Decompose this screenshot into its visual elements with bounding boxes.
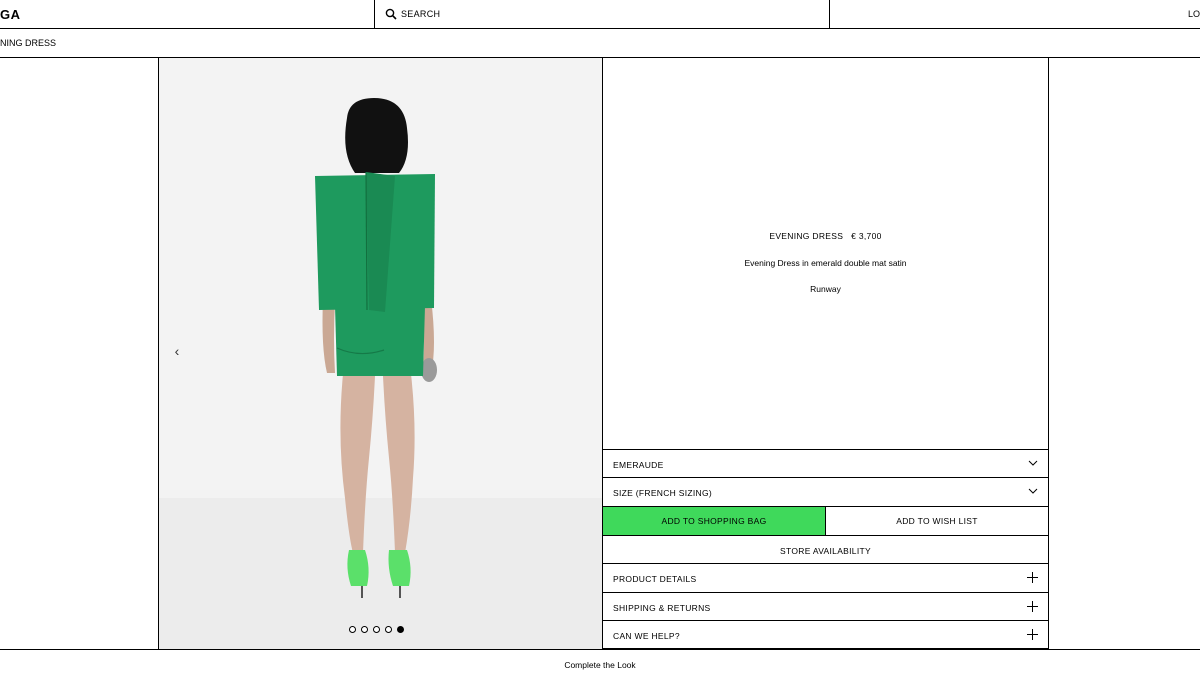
gallery-pagination — [349, 626, 404, 636]
shipping-returns-label: SHIPPING & RETURNS — [613, 603, 711, 613]
product-details-accordion[interactable]: PRODUCT DETAILS — [602, 563, 1049, 592]
gallery-dot[interactable] — [349, 626, 356, 633]
chevron-down-icon — [1028, 488, 1038, 494]
plus-icon — [1027, 572, 1038, 583]
store-availability-label: STORE AVAILABILITY — [780, 546, 871, 556]
color-select[interactable]: EMERAUDE — [602, 449, 1049, 478]
product-info: EVENING DRESS € 3,700 Evening Dress in em… — [603, 58, 1048, 449]
chevron-down-icon — [1028, 460, 1038, 466]
login-link[interactable]: LO — [1188, 9, 1200, 19]
complete-the-look-section: Complete the Look — [0, 649, 1200, 675]
add-to-bag-button[interactable]: ADD TO SHOPPING BAG — [602, 506, 825, 535]
store-availability-button[interactable]: STORE AVAILABILITY — [602, 535, 1049, 564]
help-accordion[interactable]: CAN WE HELP? — [602, 620, 1049, 649]
help-label: CAN WE HELP? — [613, 631, 680, 641]
product-price: € 3,700 — [851, 231, 882, 241]
search-field[interactable]: SEARCH — [374, 0, 830, 28]
product-details-label: PRODUCT DETAILS — [613, 574, 697, 584]
gallery-dot[interactable] — [361, 626, 368, 633]
gallery-dot-active[interactable] — [397, 626, 404, 633]
color-select-label: EMERAUDE — [613, 460, 664, 470]
shipping-returns-accordion[interactable]: SHIPPING & RETURNS — [602, 592, 1049, 621]
search-icon — [385, 8, 397, 20]
product-photo — [315, 98, 437, 598]
top-navigation: GA SEARCH LO — [0, 0, 1200, 29]
gallery-dot[interactable] — [373, 626, 380, 633]
product-title: EVENING DRESS € 3,700 — [603, 231, 1048, 241]
product-category: Runway — [810, 284, 841, 294]
size-select[interactable]: SIZE (FRENCH SIZING) — [602, 477, 1049, 506]
plus-icon — [1027, 629, 1038, 640]
add-to-wishlist-button[interactable]: ADD TO WISH LIST — [825, 506, 1049, 535]
product-image-gallery[interactable]: ‹ — [159, 58, 602, 649]
size-select-label: SIZE (FRENCH SIZING) — [613, 488, 713, 498]
product-name: EVENING DRESS — [769, 231, 844, 241]
breadcrumb: NING DRESS — [0, 29, 1200, 58]
product-description: Evening Dress in emerald double mat sati… — [744, 258, 907, 268]
previous-image-arrow-icon[interactable]: ‹ — [169, 343, 185, 363]
search-label: SEARCH — [401, 9, 441, 19]
brand-logo[interactable]: GA — [0, 7, 21, 22]
complete-the-look-heading: Complete the Look — [564, 660, 636, 670]
plus-icon — [1027, 601, 1038, 612]
gallery-dot[interactable] — [385, 626, 392, 633]
breadcrumb-current[interactable]: NING DRESS — [0, 38, 56, 48]
